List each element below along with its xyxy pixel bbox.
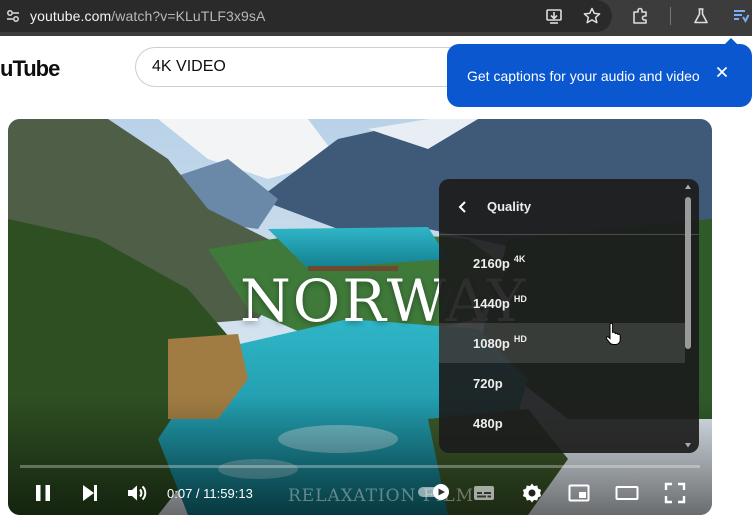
quality-badge: HD [513, 294, 527, 304]
toolbar-separator [670, 7, 671, 25]
quality-option[interactable]: 1440p HD [439, 283, 685, 323]
quality-option-label: 720p [473, 375, 503, 391]
quality-option[interactable]: 2160p 4K [439, 243, 685, 283]
quality-menu-header[interactable]: Quality [439, 179, 699, 235]
time-total: 11:59:13 [203, 486, 253, 501]
site-settings-icon[interactable] [6, 9, 20, 23]
time-current: 0:07 [167, 486, 193, 501]
captions-promo-bubble: Get captions for your audio and video [447, 44, 752, 107]
quality-badge: HD [513, 334, 527, 344]
quality-option-label: 2160p [473, 255, 510, 271]
quality-menu-title: Quality [487, 199, 532, 214]
install-app-icon[interactable] [544, 6, 564, 26]
url-text[interactable]: youtube.com/watch?v=KLuTLF3x9sA [30, 8, 265, 24]
player-controls: 0:07 / 11:59:13 [8, 471, 712, 515]
autoplay-toggle-icon[interactable] [418, 484, 454, 500]
reading-list-icon[interactable] [731, 6, 751, 26]
extensions-icon[interactable] [630, 6, 650, 26]
miniplayer-icon[interactable] [567, 481, 591, 505]
fullscreen-icon[interactable] [663, 481, 687, 505]
labs-flask-icon[interactable] [691, 6, 711, 26]
quality-menu: Quality 2160p 4K 1440p HD 1080p HD 720p 480p [439, 179, 699, 453]
scroll-up-icon[interactable] [684, 183, 692, 191]
settings-gear-icon[interactable] [520, 481, 544, 505]
url-path: /watch?v=KLuTLF3x9sA [111, 8, 266, 24]
search-input[interactable]: 4K VIDEO [135, 47, 465, 87]
pause-icon[interactable] [31, 481, 55, 505]
browser-toolbar: youtube.com/watch?v=KLuTLF3x9sA [0, 0, 752, 36]
quality-option-label: 480p [473, 415, 503, 431]
close-icon[interactable] [716, 66, 728, 78]
subtitles-icon[interactable] [472, 481, 496, 505]
address-bar[interactable]: youtube.com/watch?v=KLuTLF3x9sA [0, 0, 612, 32]
bookmark-star-icon[interactable] [582, 6, 602, 26]
url-host: youtube.com [30, 8, 112, 24]
quality-menu-scrollbar[interactable] [685, 197, 691, 349]
volume-icon[interactable] [125, 481, 149, 505]
quality-badge: 4K [513, 254, 526, 264]
theater-mode-icon[interactable] [615, 481, 639, 505]
quality-option-label: 1080p [473, 335, 510, 351]
chevron-left-icon[interactable] [455, 199, 471, 215]
quality-option[interactable]: 480p [439, 403, 685, 443]
scroll-down-icon[interactable] [684, 441, 692, 449]
next-icon[interactable] [78, 481, 102, 505]
progress-bar[interactable] [20, 465, 700, 468]
promo-text: Get captions for your audio and video [467, 67, 700, 84]
time-separator: / [192, 486, 204, 501]
youtube-logo[interactable]: uTube [0, 56, 60, 82]
hand-cursor-icon [605, 322, 621, 345]
quality-option[interactable]: 720p [439, 363, 685, 403]
time-display: 0:07 / 11:59:13 [167, 486, 253, 501]
quality-option-label: 1440p [473, 295, 510, 311]
quality-option[interactable]: 1080p HD [439, 323, 685, 363]
